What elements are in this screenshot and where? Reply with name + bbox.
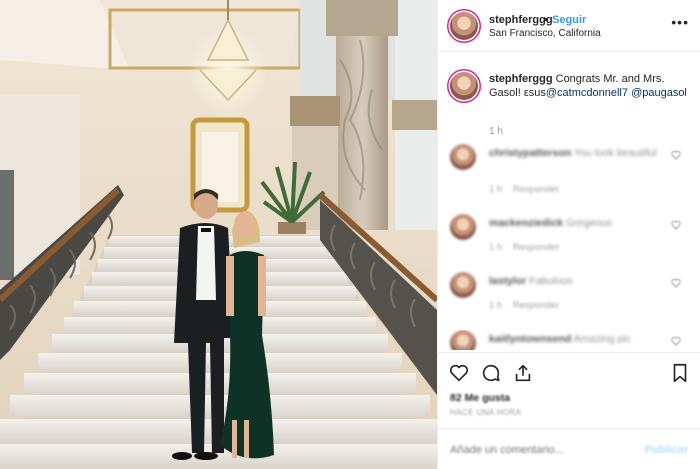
commenter-avatar[interactable] (450, 330, 476, 350)
share-icon[interactable] (512, 362, 534, 384)
heart-icon[interactable] (671, 150, 681, 160)
bookmark-icon[interactable] (669, 362, 691, 384)
actions-divider (438, 352, 700, 353)
commenter-username[interactable]: christypatterson (489, 147, 571, 159)
comment-text: kaitlyntownsend Amazing pic (489, 332, 669, 346)
add-comment-input[interactable] (450, 438, 640, 462)
heart-icon[interactable] (671, 278, 681, 288)
staircase-photo (0, 0, 437, 469)
heart-icon[interactable] (671, 220, 681, 230)
location-link[interactable]: San Francisco, California (489, 28, 601, 39)
follow-button[interactable]: Seguir (552, 14, 586, 26)
comment-item: christypatterson You look beautiful 1 h … (438, 144, 700, 196)
commenter-username[interactable]: lastylor (489, 275, 526, 287)
post-caption: stephferggg Congrats Mr. and Mrs. Gasol!… (489, 72, 689, 100)
more-icon[interactable]: ••• (671, 14, 689, 30)
caption-via: εsus (523, 87, 546, 99)
comment-body: You look beautiful (574, 147, 657, 159)
comment-item: mackenziedick Gorgeous 1 h Responder (438, 214, 700, 266)
comment-time: 1 h (489, 300, 503, 311)
comment-text: mackenziedick Gorgeous (489, 216, 669, 230)
comment-item: kaitlyntownsend Amazing pic (438, 330, 700, 350)
comment-body: Amazing pic (573, 333, 631, 345)
reply-button[interactable]: Responder (513, 184, 559, 195)
commenter-username[interactable]: kaitlyntownsend (489, 333, 571, 345)
commenter-username[interactable]: mackenziedick (489, 217, 563, 229)
commenter-avatar[interactable] (450, 214, 476, 240)
post-side-panel: stephferggg • Seguir San Francisco, Cali… (437, 0, 700, 469)
instagram-post: stephferggg • Seguir San Francisco, Cali… (0, 0, 700, 469)
comment-meta: 1 h Responder (489, 242, 559, 253)
caption-username[interactable]: stephferggg (489, 73, 553, 85)
comment-meta: 1 h Responder (489, 300, 559, 311)
post-actions (438, 360, 700, 390)
comment-icon[interactable] (480, 362, 502, 384)
comment-text: christypatterson You look beautiful (489, 146, 669, 160)
comment-time: 1 h (489, 242, 503, 253)
separator-dot: • (544, 14, 548, 26)
post-header: stephferggg • Seguir San Francisco, Cali… (438, 0, 700, 52)
caption-timestamp: 1 h (489, 126, 503, 137)
mention-catmcdonnell7[interactable]: @catmcdonnell7 (546, 87, 628, 99)
heart-icon[interactable] (448, 362, 470, 384)
author-avatar[interactable] (450, 12, 478, 40)
comment-meta: 1 h Responder (489, 184, 559, 195)
comment-body: Gorgeous (566, 217, 613, 229)
comment-body: Fabulous (529, 275, 573, 287)
commenter-avatar[interactable] (450, 272, 476, 298)
mention-paugasol[interactable]: @paugasol (631, 87, 687, 99)
comment-text: lastylor Fabulous (489, 274, 669, 288)
comment-box-divider (438, 428, 700, 429)
commenter-avatar[interactable] (450, 144, 476, 170)
comment-item: lastylor Fabulous 1 h Responder (438, 272, 700, 324)
comment-time: 1 h (489, 184, 503, 195)
publish-button[interactable]: Publicar (645, 444, 688, 456)
reply-button[interactable]: Responder (513, 242, 559, 253)
post-timestamp: HACE UNA HORA (450, 408, 522, 417)
reply-button[interactable]: Responder (513, 300, 559, 311)
heart-icon[interactable] (671, 336, 681, 346)
caption-avatar[interactable] (450, 72, 478, 100)
like-count[interactable]: 82 Me gusta (450, 392, 510, 404)
post-photo[interactable] (0, 0, 437, 469)
